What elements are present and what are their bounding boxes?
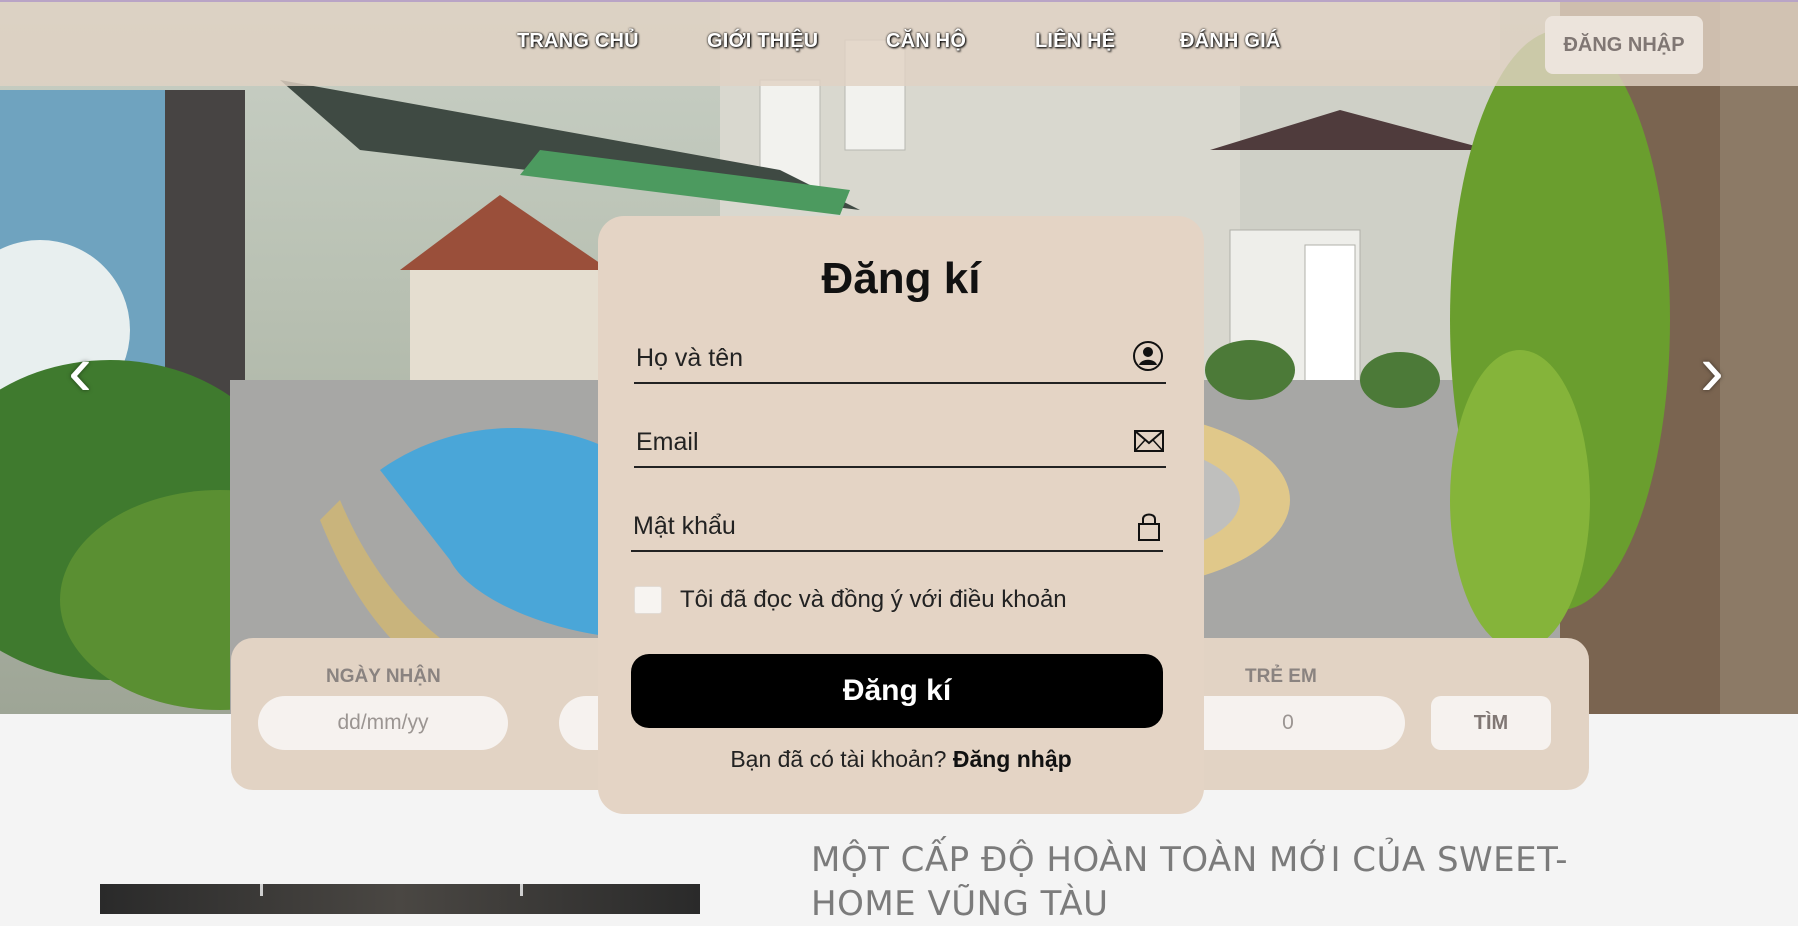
nav-item-reviews[interactable]: ĐÁNH GIÁ [1180,30,1281,53]
password-field[interactable]: Mật khẩu [631,502,1163,552]
signup-submit-button[interactable]: Đăng kí [631,654,1163,728]
children-label: TRẺ EM [1245,666,1317,687]
top-navigation-bar: TRANG CHỦ GIỚI THIỆU CĂN HỘ LIÊN HỆ ĐÁNH… [0,0,1798,86]
password-placeholder: Mật khẩu [633,512,736,540]
nav-item-contact[interactable]: LIÊN HỆ [1035,30,1115,53]
signup-modal: Đăng kí Họ và tên Email Mật khẩu Tôi đã … [598,216,1204,814]
search-button[interactable]: TÌM [1431,696,1551,750]
name-placeholder: Họ và tên [636,344,744,372]
user-icon [1132,340,1164,377]
lock-icon [1137,510,1161,547]
email-field[interactable]: Email [634,418,1166,468]
checkin-label: NGÀY NHẬN [326,666,441,687]
chevron-right-icon[interactable]: › [1700,335,1724,407]
name-field[interactable]: Họ và tên [634,334,1166,384]
section-headline: MỘT CẤP ĐỘ HOÀN TOÀN MỚI CỦA SWEET-HOME … [811,840,1569,924]
signup-title: Đăng kí [821,254,981,303]
login-button[interactable]: ĐĂNG NHẬP [1545,16,1703,74]
children-count-input[interactable]: 0 [1171,696,1405,750]
envelope-icon [1134,430,1164,457]
login-link[interactable]: Đăng nhập [953,746,1072,772]
checkin-date-placeholder: dd/mm/yy [337,711,429,734]
terms-row: Tôi đã đọc và đồng ý với điều khoản [634,586,1067,614]
terms-checkbox[interactable] [634,586,662,614]
main-nav: TRANG CHỦ GIỚI THIỆU CĂN HỘ LIÊN HỆ ĐÁNH… [0,2,1798,88]
children-count-value: 0 [1282,711,1294,734]
nav-item-home[interactable]: TRANG CHỦ [517,30,639,53]
chevron-left-icon[interactable]: ‹ [68,335,92,407]
terms-label: Tôi đã đọc và đồng ý với điều khoản [680,586,1067,613]
image-frame-line [520,884,523,896]
nav-item-about[interactable]: GIỚI THIỆU [707,30,818,53]
nav-item-apartments[interactable]: CĂN HỘ [886,30,966,53]
have-account-text: Bạn đã có tài khoản? [730,746,947,772]
email-placeholder: Email [636,428,699,456]
image-frame-line [260,884,263,896]
have-account-line: Bạn đã có tài khoản? Đăng nhập [598,746,1204,773]
checkin-date-input[interactable]: dd/mm/yy [258,696,508,750]
